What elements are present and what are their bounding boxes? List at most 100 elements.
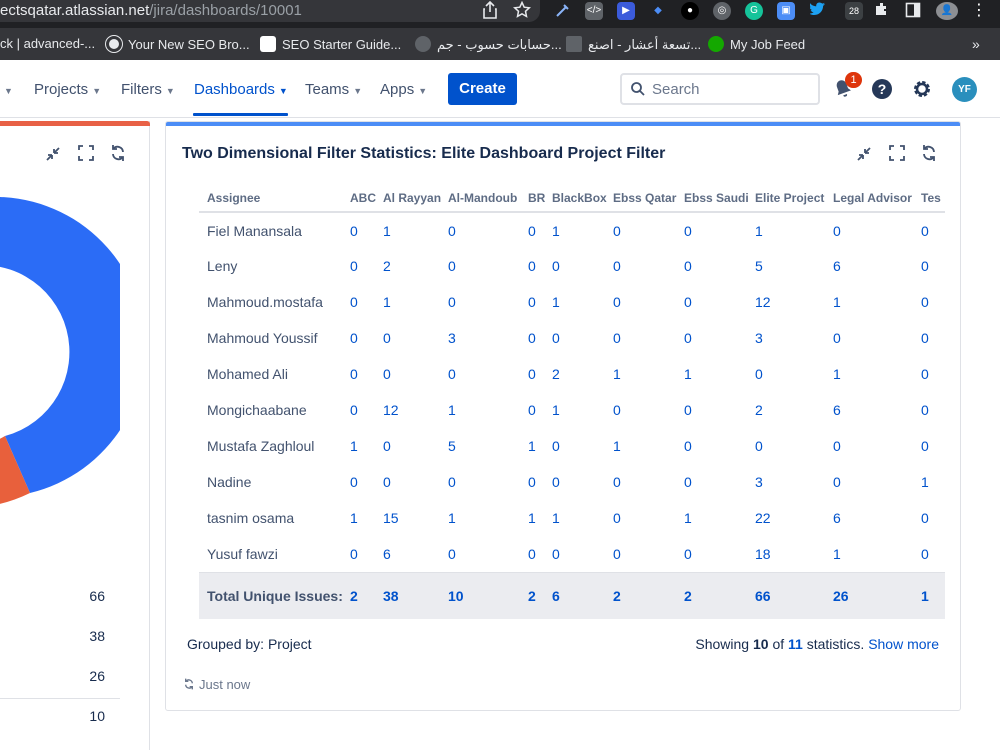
count-cell[interactable]: 3 (755, 464, 833, 500)
count-cell[interactable]: 1 (613, 356, 684, 392)
count-cell[interactable]: 1 (528, 428, 552, 464)
count-cell[interactable]: 0 (552, 320, 613, 356)
count-cell[interactable]: 0 (833, 212, 921, 248)
pen-extension-icon[interactable] (553, 2, 571, 20)
count-cell[interactable]: 0 (552, 464, 613, 500)
total-cell[interactable]: 26 (833, 571, 921, 619)
count-cell[interactable]: 2 (755, 392, 833, 428)
assignee-name[interactable]: Mahmoud Youssif (199, 320, 350, 356)
count-cell[interactable]: 3 (448, 320, 528, 356)
count-cell[interactable]: 1 (552, 284, 613, 320)
grammarly-icon[interactable]: G (745, 2, 763, 20)
count-cell[interactable]: 3 (755, 320, 833, 356)
count-cell[interactable]: 2 (383, 248, 448, 284)
count-cell[interactable]: 1 (552, 500, 613, 536)
count-cell[interactable]: 0 (448, 356, 528, 392)
count-cell[interactable]: 0 (528, 536, 552, 572)
column-header[interactable]: Tes (921, 184, 945, 213)
count-cell[interactable]: 0 (552, 536, 613, 572)
count-cell[interactable]: 0 (528, 212, 552, 248)
count-cell[interactable]: 6 (833, 500, 921, 536)
bookmark-item[interactable]: تسعة أعشار - اصنع... (566, 36, 701, 53)
address-bar[interactable]: ectsqatar.atlassian.net/jira/dashboards/… (0, 0, 540, 22)
column-header[interactable]: Legal Advisor (833, 184, 921, 213)
search-input[interactable] (652, 79, 812, 99)
assignee-name[interactable]: Nadine (199, 464, 350, 500)
settings-gear-icon[interactable] (910, 77, 934, 101)
count-cell[interactable]: 0 (921, 356, 945, 392)
count-cell[interactable]: 0 (684, 320, 755, 356)
total-cell[interactable]: 2 (350, 571, 383, 619)
total-cell[interactable]: 38 (383, 571, 448, 619)
count-cell[interactable]: 0 (528, 392, 552, 428)
count-cell[interactable]: 1 (684, 500, 755, 536)
total-cell[interactable]: 1 (921, 571, 945, 619)
bookmark-item[interactable]: My Job Feed (708, 36, 805, 52)
count-cell[interactable]: 6 (383, 536, 448, 572)
count-cell[interactable]: 1 (833, 284, 921, 320)
calendar-extension-icon[interactable]: 28 (845, 2, 863, 20)
count-cell[interactable]: 0 (684, 428, 755, 464)
count-cell[interactable]: 0 (755, 428, 833, 464)
count-cell[interactable]: 0 (684, 248, 755, 284)
profile-icon[interactable]: 👤 (936, 2, 958, 20)
count-cell[interactable]: 1 (552, 392, 613, 428)
nav-filters[interactable]: Filters ▼ (121, 81, 175, 98)
refresh-icon[interactable] (183, 678, 195, 690)
count-cell[interactable]: 1 (383, 284, 448, 320)
count-cell[interactable]: 0 (684, 212, 755, 248)
column-header[interactable]: Al-Mandoub (448, 184, 528, 213)
assignee-name[interactable]: Leny (199, 248, 350, 284)
count-cell[interactable]: 0 (448, 464, 528, 500)
show-more-link[interactable]: Show more (868, 636, 939, 652)
count-cell[interactable]: 22 (755, 500, 833, 536)
assignee-name[interactable]: tasnim osama (199, 500, 350, 536)
count-cell[interactable]: 0 (448, 248, 528, 284)
total-cell[interactable]: 6 (552, 571, 613, 619)
refresh-icon[interactable] (109, 144, 127, 162)
bookmark-item[interactable]: SEO Starter Guide... (260, 36, 401, 52)
count-cell[interactable]: 0 (921, 284, 945, 320)
minimize-icon[interactable] (44, 145, 62, 163)
count-cell[interactable]: 0 (613, 500, 684, 536)
count-cell[interactable]: 0 (921, 320, 945, 356)
user-avatar[interactable]: YF (952, 77, 977, 102)
count-cell[interactable]: 0 (921, 536, 945, 572)
total-cell[interactable]: 2 (684, 571, 755, 619)
search-field[interactable] (620, 73, 820, 105)
column-header[interactable]: ABC (350, 184, 383, 213)
count-cell[interactable]: 0 (448, 284, 528, 320)
count-cell[interactable]: 0 (350, 248, 383, 284)
assignee-name[interactable]: Mongichaabane (199, 392, 350, 428)
donut-slice[interactable] (0, 196, 120, 493)
twitter-icon[interactable] (809, 2, 827, 20)
count-cell[interactable]: 0 (350, 212, 383, 248)
count-cell[interactable]: 1 (684, 356, 755, 392)
bookmark-item[interactable]: ck | advanced-... (0, 36, 95, 51)
count-cell[interactable]: 0 (613, 212, 684, 248)
nav-dashboards[interactable]: Dashboards ▼ (194, 81, 288, 98)
count-cell[interactable]: 0 (613, 248, 684, 284)
nav-apps[interactable]: Apps ▼ (380, 81, 427, 98)
count-cell[interactable]: 0 (383, 464, 448, 500)
nav-projects[interactable]: Projects ▼ (34, 81, 101, 98)
count-cell[interactable]: 0 (350, 392, 383, 428)
count-cell[interactable]: 0 (552, 248, 613, 284)
count-cell[interactable]: 1 (755, 212, 833, 248)
count-cell[interactable]: 1 (921, 464, 945, 500)
count-cell[interactable]: 0 (552, 428, 613, 464)
count-cell[interactable]: 0 (613, 320, 684, 356)
count-cell[interactable]: 5 (448, 428, 528, 464)
count-cell[interactable]: 6 (833, 392, 921, 428)
bookmark-item[interactable]: حسابات حسوب - جم... (415, 36, 562, 53)
count-cell[interactable]: 1 (448, 500, 528, 536)
count-cell[interactable]: 0 (613, 464, 684, 500)
count-cell[interactable]: 6 (833, 248, 921, 284)
minimize-icon[interactable] (855, 145, 873, 163)
count-cell[interactable]: 0 (755, 356, 833, 392)
count-cell[interactable]: 1 (552, 212, 613, 248)
maximize-icon[interactable] (888, 144, 906, 162)
bookmark-star-icon[interactable] (512, 0, 532, 23)
count-cell[interactable]: 0 (921, 428, 945, 464)
column-header[interactable]: Ebss Saudi (684, 184, 755, 213)
